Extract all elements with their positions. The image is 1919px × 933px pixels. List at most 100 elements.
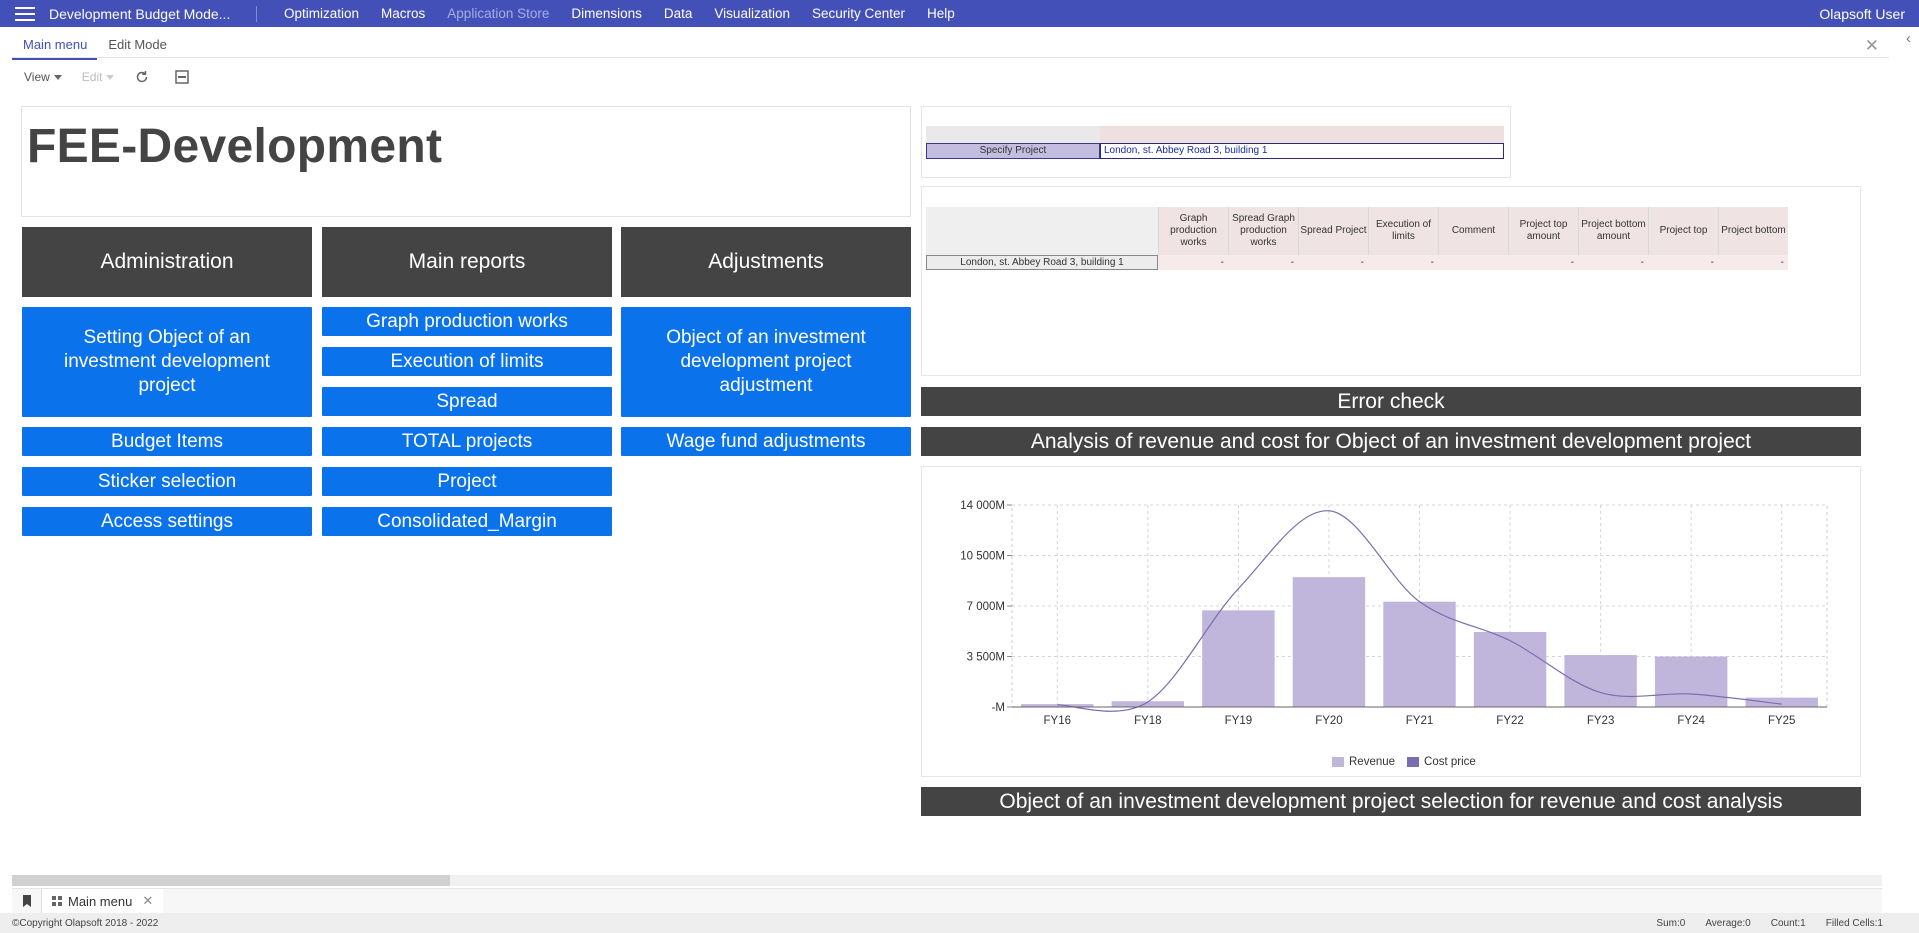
grid-cell[interactable]: - <box>1158 255 1228 270</box>
revenue-bar <box>1745 697 1818 707</box>
selection-stats: Sum:0 Average:0 Count:1 Filled Cells:1 <box>1656 918 1883 929</box>
revenue-bar <box>1473 631 1547 707</box>
chevron-down-icon <box>106 74 115 80</box>
menu-macros[interactable]: Macros <box>370 6 436 21</box>
total-projects-button[interactable]: TOTAL projects <box>322 427 612 456</box>
x-tick-label: FY24 <box>1677 715 1705 727</box>
view-dropdown[interactable]: View <box>24 70 62 84</box>
chart-legend: Revenue Cost price <box>1332 756 1476 768</box>
execution-of-limits-button[interactable]: Execution of limits <box>322 347 612 376</box>
grid-cell[interactable]: - <box>1228 255 1298 270</box>
revenue-bar <box>1654 656 1728 707</box>
specify-header-left <box>926 126 1100 143</box>
grid-cell[interactable]: - <box>1508 255 1578 270</box>
project-button[interactable]: Project <box>322 467 612 496</box>
horizontal-scrollbar-thumb[interactable] <box>12 875 450 886</box>
grid-cell[interactable]: - <box>1368 255 1438 270</box>
edit-dropdown: Edit <box>82 70 115 84</box>
x-tick-label: FY22 <box>1496 715 1524 727</box>
sticker-selection-button[interactable]: Sticker selection <box>22 467 312 496</box>
copyright-text: ©Copyright Olapsoft 2018 - 2022 <box>12 917 159 929</box>
main-menu: Optimization Macros Application Store Di… <box>273 6 966 21</box>
object-adjustment-button[interactable]: Object of an investment development proj… <box>621 307 911 417</box>
legend-item-cost-price[interactable]: Cost price <box>1407 756 1476 768</box>
x-tick-label: FY23 <box>1587 715 1615 727</box>
spread-button[interactable]: Spread <box>322 387 612 416</box>
collapse-panel-icon[interactable]: ‹ <box>1906 30 1911 47</box>
count-stat: Count:1 <box>1770 917 1806 929</box>
access-settings-button[interactable]: Access settings <box>22 507 312 536</box>
grid-header: Project bottom <box>1718 207 1788 255</box>
status-bar: ©Copyright Olapsoft 2018 - 2022 Sum:0 Av… <box>0 913 1919 933</box>
grid-header: Comment <box>1438 207 1508 255</box>
grid-header: Graph production works <box>1158 207 1228 255</box>
grid-cell[interactable]: - <box>1298 255 1368 270</box>
user-name[interactable]: Olapsoft User <box>1819 6 1905 22</box>
menu-divider <box>256 5 257 22</box>
revenue-bar <box>1202 610 1275 707</box>
analysis-header: Analysis of revenue and cost for Object … <box>921 427 1861 456</box>
y-tick-label: 14 000M <box>960 500 1005 512</box>
x-tick-label: FY25 <box>1768 715 1796 727</box>
bookmark-icon[interactable] <box>12 888 42 914</box>
main-reports-header: Main reports <box>322 227 612 297</box>
y-tick-label: -M <box>992 702 1005 714</box>
grid-header: Project top amount <box>1508 207 1578 255</box>
administration-header: Administration <box>22 227 312 297</box>
grid-header: Project bottom amount <box>1578 207 1648 255</box>
y-tick-label: 7 000M <box>967 601 1005 613</box>
menu-data[interactable]: Data <box>653 6 704 21</box>
grid-corner <box>926 207 1158 255</box>
refresh-icon[interactable] <box>134 69 150 85</box>
view-label: View <box>24 70 50 84</box>
app-title[interactable]: Development Budget Mode... <box>49 6 254 22</box>
grid-header: Spread Graph production works <box>1228 207 1298 255</box>
graph-production-works-button[interactable]: Graph production works <box>322 307 612 336</box>
menu-help[interactable]: Help <box>916 6 966 21</box>
edit-label: Edit <box>81 70 103 84</box>
legend-label-cost-price: Cost price <box>1424 756 1476 768</box>
x-tick-label: FY19 <box>1225 715 1253 727</box>
consolidated-margin-button[interactable]: Consolidated_Margin <box>322 507 612 536</box>
toolbar: View Edit <box>24 69 214 85</box>
sheet-tab-label: Main menu <box>68 893 133 909</box>
grid-cell[interactable]: - <box>1578 255 1648 270</box>
save-icon[interactable] <box>174 69 190 85</box>
legend-label-revenue: Revenue <box>1349 756 1396 768</box>
legend-item-revenue[interactable]: Revenue <box>1332 756 1395 768</box>
specify-project-label: Specify Project <box>926 143 1100 159</box>
setting-object-button[interactable]: Setting Object of an investment developm… <box>22 307 312 417</box>
grid-cell[interactable] <box>1438 255 1508 270</box>
wage-fund-adjustments-button[interactable]: Wage fund adjustments <box>621 427 911 456</box>
legend-swatch-cost-price <box>1407 757 1420 767</box>
hamburger-menu-icon[interactable] <box>15 6 35 21</box>
revenue-cost-chart-panel: 14 000M 10 500M 7 000M 3 500M -M FY16 FY18 FY19… <box>921 466 1861 777</box>
grid-cell[interactable]: - <box>1648 255 1718 270</box>
close-tab-icon[interactable]: ✕ <box>142 893 153 909</box>
budget-items-button[interactable]: Budget Items <box>22 427 312 456</box>
menu-visualization[interactable]: Visualization <box>703 6 801 21</box>
selection-button[interactable]: Object of an investment development proj… <box>921 787 1861 816</box>
menu-application-store: Application Store <box>447 6 550 21</box>
title-panel: FEE-Development <box>21 106 911 217</box>
error-check-button[interactable]: Error check <box>921 387 1861 416</box>
y-tick-label: 3 500M <box>967 652 1005 664</box>
menu-optimization[interactable]: Optimization <box>273 6 370 21</box>
chevron-down-icon <box>53 74 62 80</box>
menu-security-center[interactable]: Security Center <box>801 6 916 21</box>
y-tick-label: 10 500M <box>960 551 1005 563</box>
page-title: FEE-Development <box>27 120 443 173</box>
x-tick-label: FY20 <box>1315 715 1343 727</box>
average-stat: Average:0 <box>1705 917 1751 929</box>
specify-project-value[interactable]: London, st. Abbey Road 3, building 1 <box>1100 143 1504 159</box>
grid-cell[interactable]: - <box>1718 255 1788 270</box>
x-tick-label: FY18 <box>1134 715 1162 727</box>
legend-swatch-revenue <box>1332 757 1344 767</box>
close-icon[interactable]: ✕ <box>1865 36 1879 56</box>
top-menu-bar: Development Budget Mode... Optimization … <box>0 0 1919 27</box>
menu-dimensions[interactable]: Dimensions <box>560 6 653 21</box>
grid-header: Project top <box>1648 207 1718 255</box>
project-grid-panel: Graph production works Spread Graph prod… <box>921 186 1861 376</box>
revenue-cost-chart: 14 000M 10 500M 7 000M 3 500M -M FY16 FY18 FY19… <box>960 500 1828 727</box>
sheet-tab-main-menu[interactable]: Main menu ✕ <box>42 888 164 914</box>
